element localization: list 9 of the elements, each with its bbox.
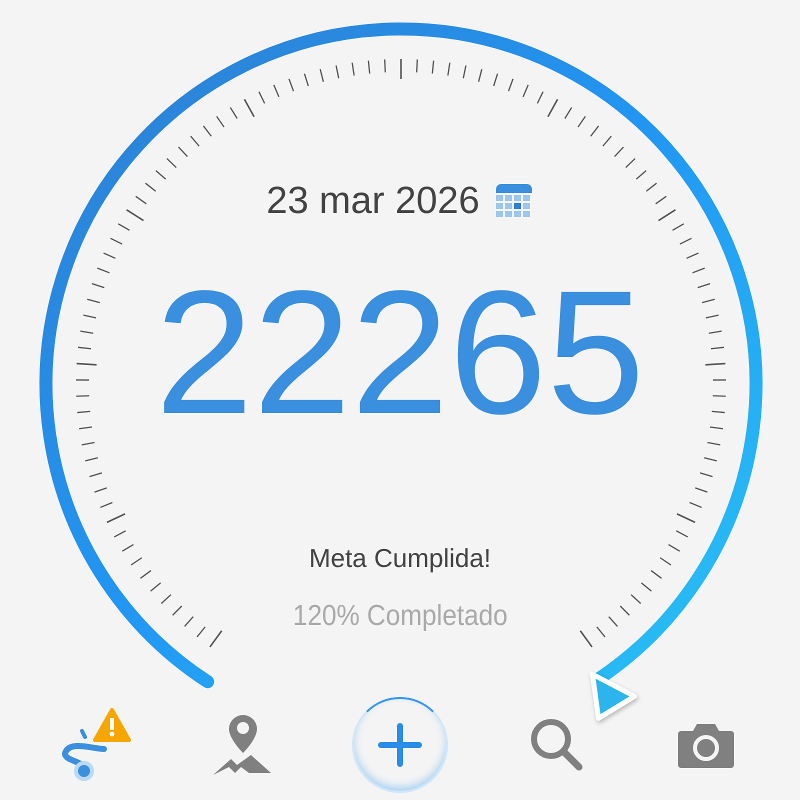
add-icon: [376, 722, 423, 768]
step-count: 22265: [155, 263, 645, 443]
date-label: 23 mar 2026: [266, 180, 480, 223]
search-icon: [528, 717, 585, 773]
progress-label: 120% Completado: [292, 600, 508, 633]
camera-icon: [676, 721, 735, 769]
warning-icon: [92, 707, 132, 743]
pointer-icon[interactable]: [590, 672, 638, 721]
goal-status: Meta Cumplida!: [308, 543, 492, 574]
